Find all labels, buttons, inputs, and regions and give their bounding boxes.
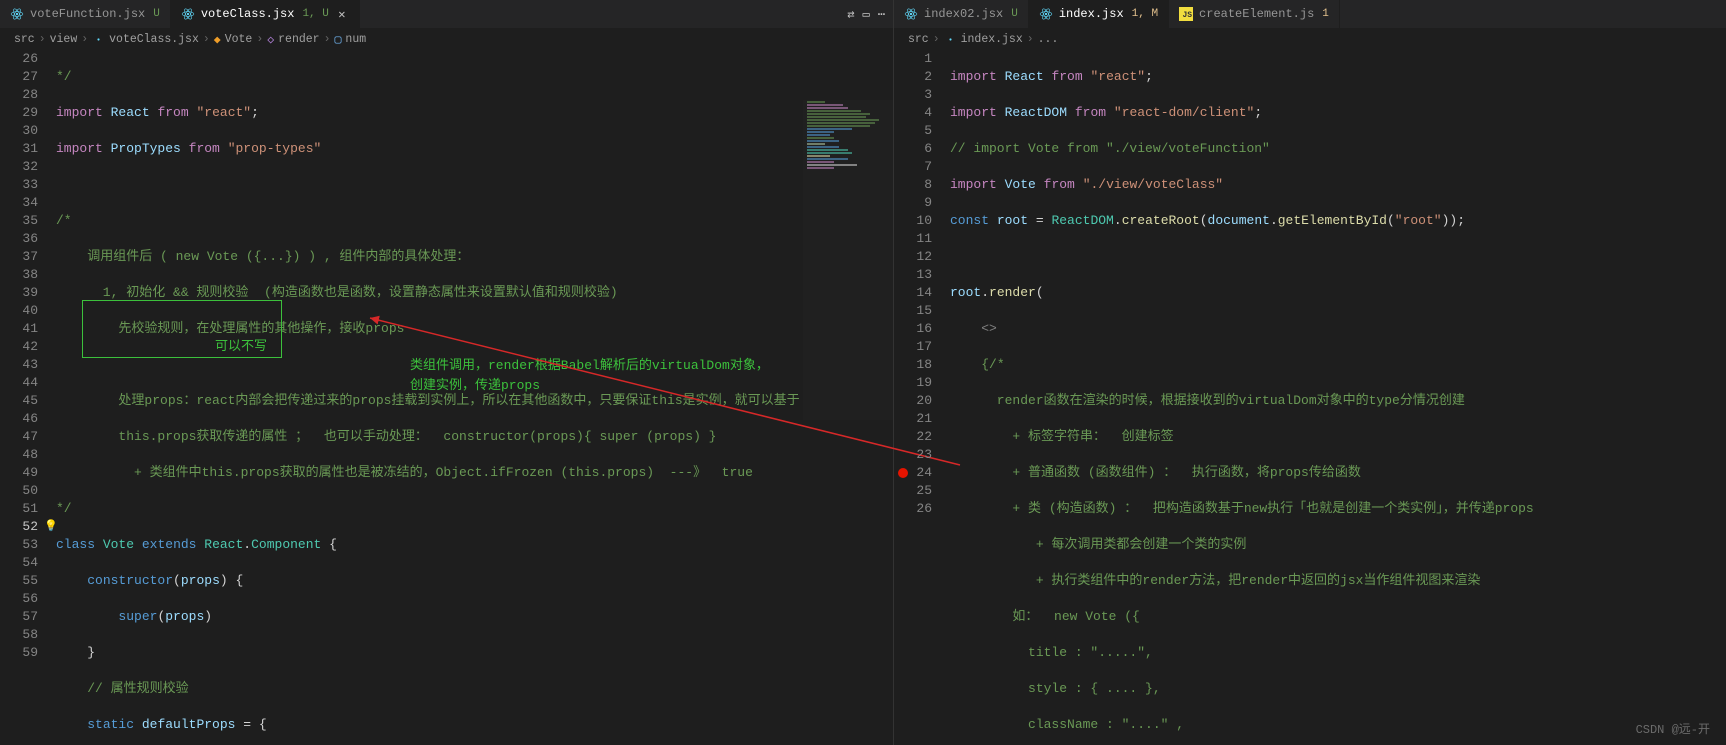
tab-createelement[interactable]: JS createElement.js 1 xyxy=(1169,0,1340,28)
variable-icon: ▢ xyxy=(334,32,341,47)
left-editor-pane: voteFunction.jsx U voteClass.jsx 1, U ✕ … xyxy=(0,0,894,745)
breadcrumb-item[interactable]: ... xyxy=(1038,33,1059,46)
react-icon xyxy=(1039,7,1053,21)
line-gutter: 1234 5678 9101112 13141516 17181920 2122… xyxy=(894,50,950,745)
right-editor[interactable]: 1234 5678 9101112 13141516 17181920 2122… xyxy=(894,50,1726,745)
react-icon xyxy=(181,7,195,21)
class-icon: ◆ xyxy=(214,32,221,47)
tab-votefunction[interactable]: voteFunction.jsx U xyxy=(0,0,171,28)
split-icon[interactable]: ▭ xyxy=(863,7,870,22)
tab-status: 1 xyxy=(1322,8,1329,20)
breadcrumb-item[interactable]: index.jsx xyxy=(961,33,1023,46)
left-tabs: voteFunction.jsx U voteClass.jsx 1, U ✕ … xyxy=(0,0,893,28)
close-icon[interactable]: ✕ xyxy=(335,7,349,21)
right-breadcrumb[interactable]: src› index.jsx› ... xyxy=(894,28,1726,50)
breadcrumb-item[interactable]: src xyxy=(14,33,35,46)
breadcrumb-item[interactable]: render xyxy=(278,33,319,46)
tab-status: U xyxy=(1011,8,1018,20)
method-icon: ◇ xyxy=(267,32,274,47)
code-area[interactable]: import React from "react"; import ReactD… xyxy=(950,50,1726,745)
watermark: CSDN @远-开 xyxy=(1636,720,1710,737)
react-icon xyxy=(10,7,24,21)
tab-voteclass[interactable]: voteClass.jsx 1, U ✕ xyxy=(171,0,360,28)
breadcrumb-item[interactable]: src xyxy=(908,33,929,46)
breadcrumb-item[interactable]: num xyxy=(345,33,366,46)
tab-label: voteFunction.jsx xyxy=(30,7,145,21)
compare-icon[interactable]: ⇄ xyxy=(847,7,854,22)
tab-label: createElement.js xyxy=(1199,7,1314,21)
left-breadcrumb[interactable]: src› view› voteClass.jsx› ◆ Vote› ◇ rend… xyxy=(0,28,893,50)
breakpoint-icon[interactable] xyxy=(898,468,908,478)
left-editor[interactable]: 26272829 30313233 34353637 38394041 4243… xyxy=(0,50,893,745)
tab-label: index.jsx xyxy=(1059,7,1124,21)
tab-label: index02.jsx xyxy=(924,7,1003,21)
tab-index[interactable]: index.jsx 1, M xyxy=(1029,0,1169,28)
more-icon[interactable]: ⋯ xyxy=(878,7,885,22)
right-tabs: index02.jsx U index.jsx 1, M JS createEl… xyxy=(894,0,1726,28)
code-area[interactable]: */ import React from "react"; import Pro… xyxy=(56,50,893,745)
line-gutter: 26272829 30313233 34353637 38394041 4243… xyxy=(0,50,56,745)
js-icon: JS xyxy=(1179,7,1193,21)
minimap[interactable] xyxy=(803,100,893,420)
tab-status: 1, M xyxy=(1132,8,1158,20)
tab-index02[interactable]: index02.jsx U xyxy=(894,0,1029,28)
react-icon xyxy=(904,7,918,21)
breadcrumb-item[interactable]: Vote xyxy=(225,33,253,46)
right-editor-pane: index02.jsx U index.jsx 1, M JS createEl… xyxy=(894,0,1726,745)
react-icon xyxy=(92,33,105,46)
breadcrumb-item[interactable]: voteClass.jsx xyxy=(109,33,199,46)
tab-status: 1, U xyxy=(302,8,328,20)
tab-label: voteClass.jsx xyxy=(201,7,295,21)
react-icon xyxy=(944,33,957,46)
tabs-actions: ⇄ ▭ ⋯ xyxy=(839,0,893,28)
breadcrumb-item[interactable]: view xyxy=(50,33,78,46)
tab-status: U xyxy=(153,8,160,20)
